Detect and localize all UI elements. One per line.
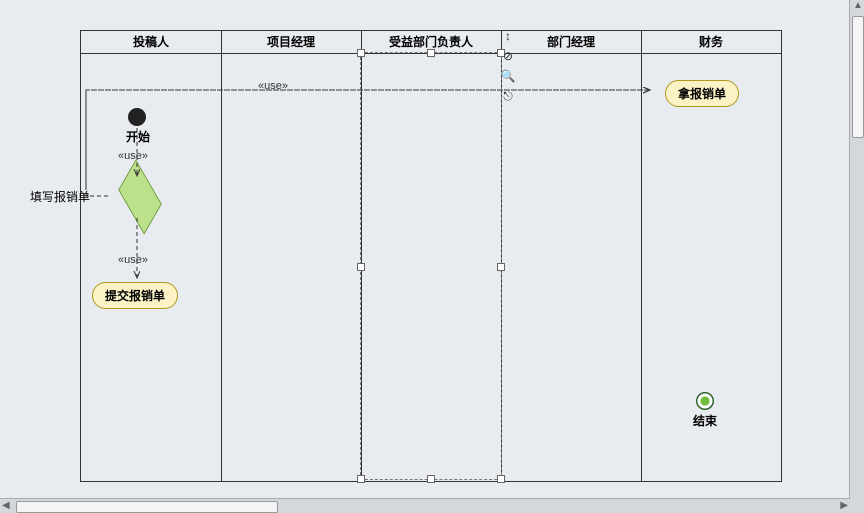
resize-handle[interactable] [497,263,505,271]
start-label: 开始 [126,128,150,145]
end-node[interactable] [696,392,714,410]
lane-header: 财务 [641,31,781,54]
toolbar-zoom-icon[interactable]: 🔍 [500,68,516,84]
selection-rect [360,52,502,480]
use-label-1: «use» [118,150,148,162]
resize-handle[interactable] [427,49,435,57]
lane-header: 项目经理 [221,31,361,54]
resize-handle[interactable] [357,263,365,271]
lane-header: 部门经理 [501,31,641,54]
scroll-thumb[interactable] [852,16,864,138]
activity-submit-form[interactable]: 提交报销单 [92,282,178,309]
scroll-left-arrow[interactable]: ◀ [2,500,10,511]
end-label: 结束 [693,412,717,429]
toolbar-delete-icon[interactable]: ⊘ [500,48,516,64]
use-label-2: «use» [118,254,148,266]
diagram-canvas[interactable]: 投稿人 项目经理 受益部门负责人 部门经理 财务 开始 填写报销单 提交报销单 … [0,0,864,513]
activity-take-form[interactable]: 拿报销单 [665,80,739,107]
lane-submitter[interactable]: 投稿人 [81,31,222,481]
lane-project-manager[interactable]: 项目经理 [221,31,362,481]
toolbar-edit-icon[interactable]: ⎋ [500,88,516,104]
resize-handle[interactable] [357,49,365,57]
scroll-corner [850,499,864,513]
lane-header: 投稿人 [81,31,221,54]
scroll-thumb[interactable] [16,501,278,513]
use-label-3: «use» [258,80,288,92]
horizontal-scrollbar[interactable]: ◀ ▶ [0,498,850,513]
resize-handle[interactable] [497,475,505,483]
toolbar-move-icon[interactable]: ↕ [500,28,516,44]
decision-label: 填写报销单 [30,188,90,205]
start-node[interactable] [128,108,146,126]
scroll-right-arrow[interactable]: ▶ [840,500,848,511]
lane-dept-manager[interactable]: 部门经理 [501,31,642,481]
vertical-scrollbar[interactable]: ▲ ▼ [849,0,864,513]
resize-handle[interactable] [357,475,365,483]
resize-handle[interactable] [427,475,435,483]
selection-toolbar: ↕ ⊘ 🔍 ⎋ [500,28,516,108]
scroll-up-arrow[interactable]: ▲ [853,0,863,11]
